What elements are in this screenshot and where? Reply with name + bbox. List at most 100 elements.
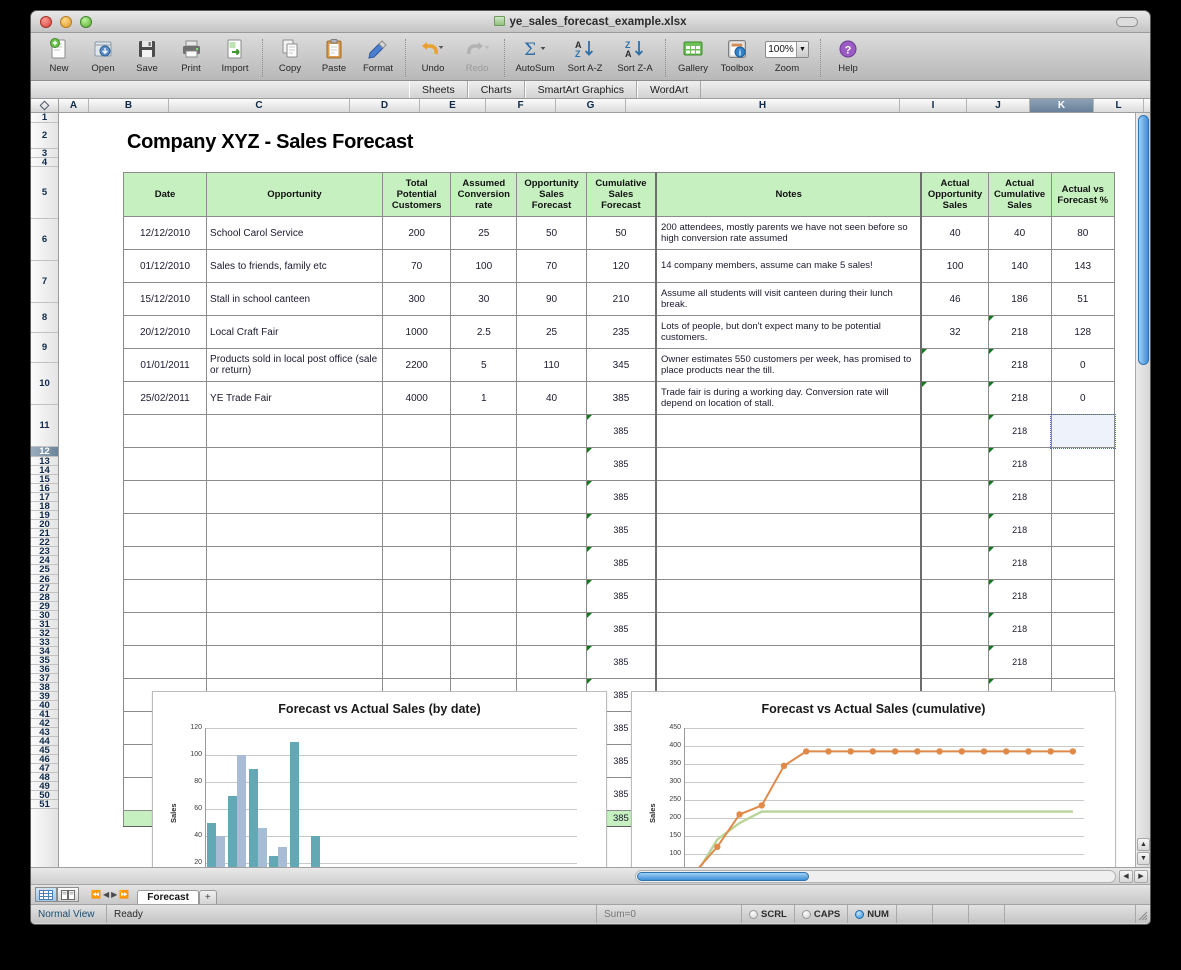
- cell-filler[interactable]: [382, 547, 451, 580]
- cell-filler[interactable]: [656, 580, 921, 613]
- cell-filler[interactable]: [1051, 481, 1114, 514]
- cell-filler[interactable]: [517, 448, 587, 481]
- cell-filler[interactable]: 385: [586, 448, 656, 481]
- cell-actual-vs-forecast[interactable]: 128: [1051, 316, 1114, 349]
- cell-filler[interactable]: [517, 547, 587, 580]
- cell-total-potential-customers[interactable]: 70: [382, 250, 451, 283]
- zoom-value-box[interactable]: 100% ▼: [765, 41, 809, 58]
- scroll-up-arrow-icon[interactable]: ▲: [1137, 838, 1150, 851]
- cell-filler[interactable]: 218: [988, 613, 1051, 646]
- row-header-8[interactable]: 8: [31, 303, 58, 333]
- cell-filler[interactable]: [1051, 613, 1114, 646]
- cell-filler[interactable]: 385: [586, 415, 656, 448]
- cell-filler[interactable]: [382, 646, 451, 679]
- cell-filler[interactable]: 385: [586, 580, 656, 613]
- cell-filler[interactable]: 385: [586, 613, 656, 646]
- table-row[interactable]: 385 218: [124, 613, 1115, 646]
- cell-actual-opportunity-sales[interactable]: [921, 349, 988, 382]
- cell-filler[interactable]: [451, 646, 517, 679]
- toolbox-button[interactable]: i Toolbox: [715, 36, 759, 77]
- table-row[interactable]: 20/12/2010Local Craft Fair10002.525235Lo…: [124, 316, 1115, 349]
- row-header-6[interactable]: 6: [31, 219, 58, 261]
- column-header-f[interactable]: F: [486, 99, 556, 112]
- table-row[interactable]: 385218: [124, 481, 1115, 514]
- column-header-b[interactable]: B: [89, 99, 169, 112]
- line-chart-forecast-vs-actual-cumulative[interactable]: Forecast vs Actual Sales (cumulative) 05…: [631, 691, 1116, 867]
- cell-total-potential-customers[interactable]: 200: [382, 217, 451, 250]
- tab-sheets[interactable]: Sheets: [409, 81, 468, 98]
- cell-opportunity-sales-forecast[interactable]: 25: [517, 316, 587, 349]
- cell-filler[interactable]: [451, 514, 517, 547]
- save-button[interactable]: Save: [125, 36, 169, 74]
- cell-filler[interactable]: [207, 646, 383, 679]
- cell-filler[interactable]: [656, 646, 921, 679]
- cell-filler[interactable]: [656, 547, 921, 580]
- scroll-left-arrow-icon[interactable]: ◀: [1119, 870, 1133, 883]
- cell-filler[interactable]: [921, 481, 988, 514]
- row-header-10[interactable]: 10: [31, 363, 58, 405]
- cell-filler[interactable]: [207, 580, 383, 613]
- sheet-nav-arrows[interactable]: ⏪◀▶⏩: [91, 890, 131, 899]
- column-header-g[interactable]: G: [556, 99, 626, 112]
- toolbar-toggle-button[interactable]: [1116, 17, 1138, 27]
- cell-opportunity[interactable]: Local Craft Fair: [207, 316, 383, 349]
- cell-filler[interactable]: 385: [586, 646, 656, 679]
- cell-filler[interactable]: [517, 580, 587, 613]
- column-header-i[interactable]: I: [900, 99, 967, 112]
- cell-actual-cumulative-sales[interactable]: 218: [988, 349, 1051, 382]
- cell-actual-cumulative-sales[interactable]: 186: [988, 283, 1051, 316]
- cell-filler[interactable]: [124, 448, 207, 481]
- column-header-k[interactable]: K: [1030, 99, 1094, 112]
- cell-filler[interactable]: 385: [586, 514, 656, 547]
- cell-cumulative-sales-forecast[interactable]: 235: [586, 316, 656, 349]
- cell-filler[interactable]: [517, 481, 587, 514]
- cell-notes[interactable]: Owner estimates 550 customers per week, …: [656, 349, 921, 382]
- column-header-e[interactable]: E: [420, 99, 486, 112]
- cell-total-potential-customers[interactable]: 1000: [382, 316, 451, 349]
- table-row[interactable]: 385218: [124, 448, 1115, 481]
- table-row[interactable]: 01/01/2011Products sold in local post of…: [124, 349, 1115, 382]
- cell-actual-cumulative-sales[interactable]: 140: [988, 250, 1051, 283]
- cell-filler[interactable]: [921, 613, 988, 646]
- import-button[interactable]: Import: [213, 36, 257, 74]
- cell-actual-vs-forecast[interactable]: 0: [1051, 349, 1114, 382]
- cell-actual-opportunity-sales[interactable]: 32: [921, 316, 988, 349]
- cell-filler[interactable]: [656, 448, 921, 481]
- vertical-scroll-thumb[interactable]: [1138, 115, 1149, 365]
- cell-date[interactable]: 01/01/2011: [124, 349, 207, 382]
- cell-opportunity[interactable]: Stall in school canteen: [207, 283, 383, 316]
- cell-filler[interactable]: [921, 580, 988, 613]
- cell-filler[interactable]: [124, 613, 207, 646]
- cell-date[interactable]: 15/12/2010: [124, 283, 207, 316]
- cell-cumulative-sales-forecast[interactable]: 120: [586, 250, 656, 283]
- cell-actual-opportunity-sales[interactable]: 100: [921, 250, 988, 283]
- cell-filler[interactable]: [382, 481, 451, 514]
- cell-opportunity[interactable]: YE Trade Fair: [207, 382, 383, 415]
- cell-filler[interactable]: [382, 580, 451, 613]
- cell-opportunity[interactable]: Sales to friends, family etc: [207, 250, 383, 283]
- cell-filler[interactable]: 218: [988, 580, 1051, 613]
- cell-actual-vs-forecast[interactable]: 0: [1051, 382, 1114, 415]
- cell-opportunity-sales-forecast[interactable]: 110: [517, 349, 587, 382]
- cell-notes[interactable]: Lots of people, but don't expect many to…: [656, 316, 921, 349]
- cell-assumed-conversion-rate[interactable]: 1: [451, 382, 517, 415]
- cell-filler[interactable]: 385: [586, 547, 656, 580]
- cell-filler[interactable]: [382, 415, 451, 448]
- cell-filler[interactable]: [921, 547, 988, 580]
- gallery-button[interactable]: Gallery: [671, 36, 715, 77]
- cell-notes[interactable]: 200 attendees, mostly parents we have no…: [656, 217, 921, 250]
- row-header-9[interactable]: 9: [31, 333, 58, 363]
- cell-filler[interactable]: [207, 481, 383, 514]
- table-row[interactable]: 385218: [124, 514, 1115, 547]
- cell-opportunity-sales-forecast[interactable]: 40: [517, 382, 587, 415]
- copy-button[interactable]: Copy: [268, 36, 312, 74]
- cell-opportunity-sales-forecast[interactable]: 70: [517, 250, 587, 283]
- cell-filler[interactable]: [921, 514, 988, 547]
- cell-filler[interactable]: 218: [988, 547, 1051, 580]
- cell-filler[interactable]: [382, 613, 451, 646]
- row-header-4[interactable]: 4: [31, 158, 58, 167]
- sort-za-button[interactable]: ZA Sort Z-A: [610, 36, 660, 74]
- cell-filler[interactable]: [451, 448, 517, 481]
- cell-filler[interactable]: [207, 448, 383, 481]
- cell-filler[interactable]: [517, 613, 587, 646]
